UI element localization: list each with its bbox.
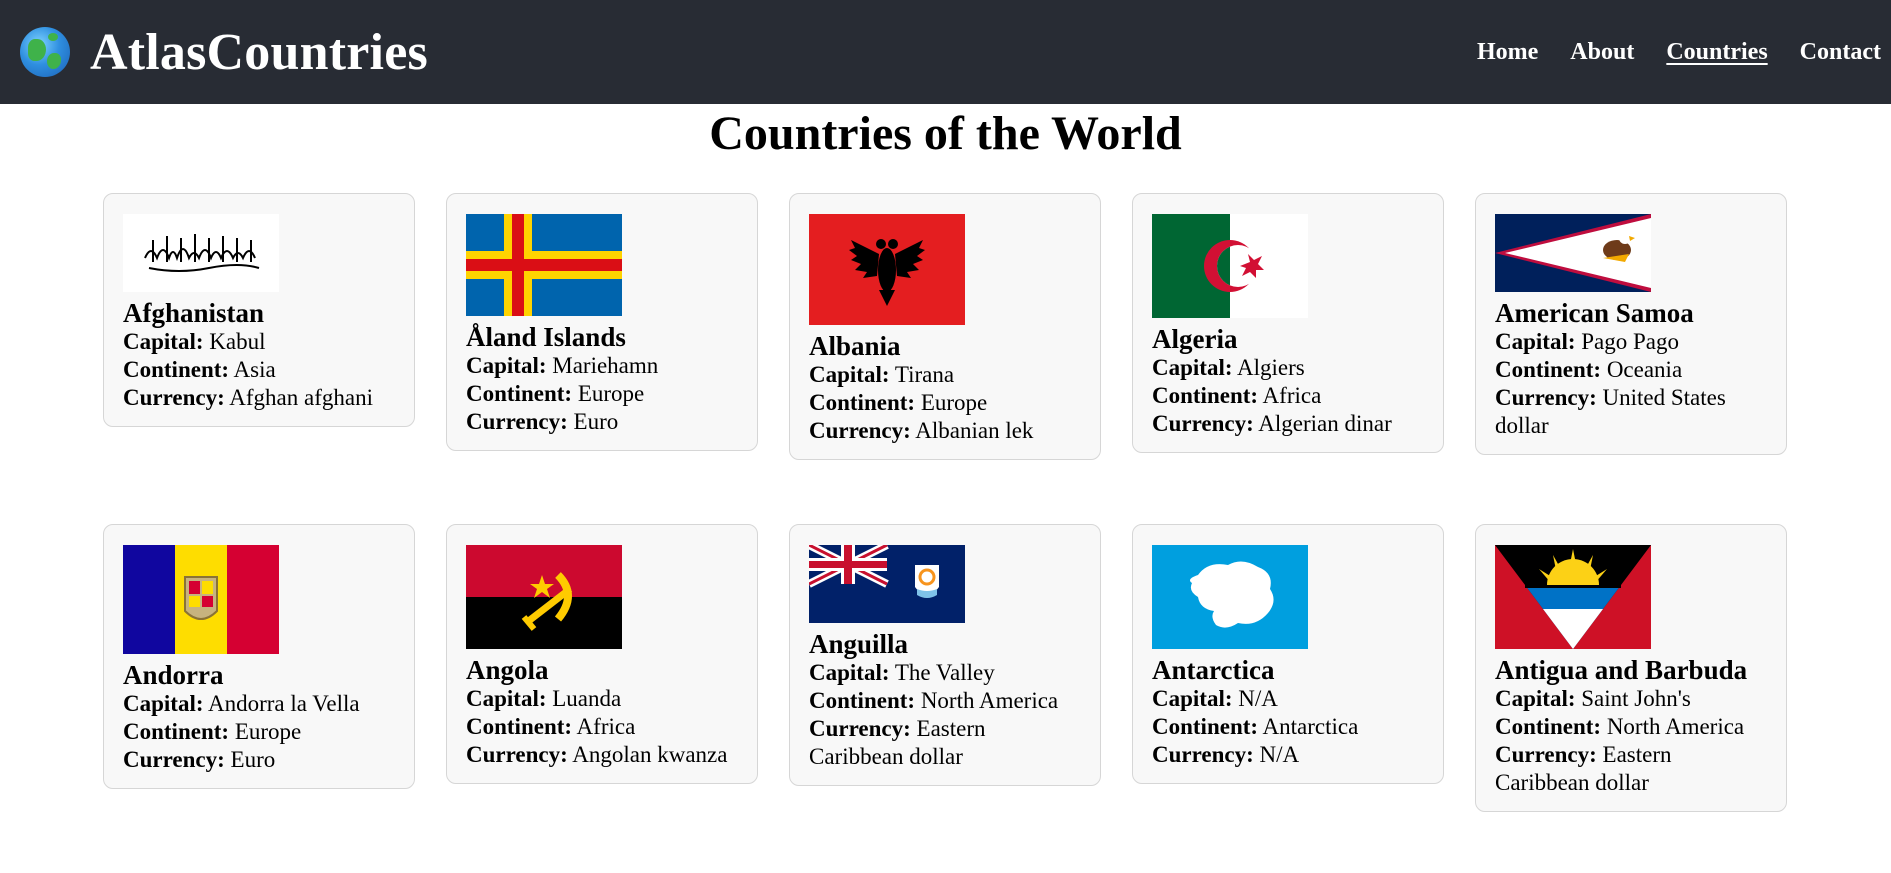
currency-label: Currency:: [466, 742, 568, 767]
antigua-and-barbuda-flag: [1495, 545, 1651, 649]
country-card[interactable]: Albania Capital: Tirana Continent: Europ…: [789, 193, 1101, 460]
country-name: Anguilla: [809, 629, 909, 659]
antarctica-flag: [1152, 545, 1308, 649]
currency-label: Currency:: [123, 385, 225, 410]
continent-value: Antarctica: [1262, 714, 1359, 739]
continent-label: Continent:: [123, 357, 230, 382]
nav-link-contact[interactable]: Contact: [1800, 39, 1881, 66]
continent-value: Africa: [576, 714, 636, 739]
country-card[interactable]: Angola Capital: Luanda Continent: Africa…: [446, 524, 758, 784]
currency-value: Afghan afghani: [229, 385, 373, 410]
capital-value: The Valley: [894, 660, 995, 685]
continent-label: Continent:: [466, 381, 573, 406]
nav-link-about[interactable]: About: [1570, 39, 1634, 66]
currency-label: Currency:: [466, 409, 568, 434]
capital-label: Capital:: [123, 329, 204, 354]
capital-value: Andorra la Vella: [207, 691, 360, 716]
country-name: Angola: [466, 655, 549, 685]
country-card[interactable]: Åland Islands Capital: Mariehamn Contine…: [446, 193, 758, 451]
currency-value: N/A: [1259, 742, 1300, 767]
country-name: Åland Islands: [466, 322, 626, 352]
country-card[interactable]: Antigua and Barbuda Capital: Saint John'…: [1475, 524, 1787, 812]
capital-label: Capital:: [1495, 686, 1576, 711]
nav-links: Home About Countries Contact: [1445, 0, 1881, 104]
currency-label: Currency:: [1152, 742, 1254, 767]
continent-label: Continent:: [466, 714, 573, 739]
capital-value: Tirana: [894, 362, 955, 387]
continent-label: Continent:: [1152, 383, 1259, 408]
capital-value: Kabul: [209, 329, 266, 354]
capital-label: Capital:: [1152, 355, 1233, 380]
country-name: Andorra: [123, 660, 224, 690]
brand-name: AtlasCountries: [90, 23, 428, 81]
anguilla-flag: [809, 545, 965, 623]
afghanistan-flag: [123, 214, 279, 292]
continent-label: Continent:: [809, 688, 916, 713]
continent-value: North America: [1606, 714, 1745, 739]
capital-label: Capital:: [466, 353, 547, 378]
capital-label: Capital:: [1495, 329, 1576, 354]
continent-value: Africa: [1262, 383, 1322, 408]
country-card[interactable]: Algeria Capital: Algiers Continent: Afri…: [1132, 193, 1444, 453]
continent-value: Asia: [233, 357, 276, 382]
capital-value: N/A: [1238, 686, 1278, 711]
capital-value: Pago Pago: [1581, 329, 1679, 354]
top-navbar: AtlasCountries Home About Countries Cont…: [0, 0, 1891, 104]
capital-value: Mariehamn: [552, 353, 659, 378]
nav-link-countries[interactable]: Countries: [1666, 39, 1767, 66]
brand[interactable]: AtlasCountries: [20, 23, 428, 82]
country-name: Antarctica: [1152, 655, 1275, 685]
continent-label: Continent:: [1152, 714, 1259, 739]
country-name: American Samoa: [1495, 298, 1694, 328]
albania-flag: [809, 214, 965, 325]
capital-value: Algiers: [1236, 355, 1305, 380]
country-card[interactable]: Antarctica Capital: N/A Continent: Antar…: [1132, 524, 1444, 784]
continent-value: North America: [920, 688, 1059, 713]
currency-label: Currency:: [809, 418, 911, 443]
continent-label: Continent:: [123, 719, 230, 744]
nav-link-home[interactable]: Home: [1477, 39, 1538, 66]
country-name: Albania: [809, 331, 901, 361]
capital-label: Capital:: [123, 691, 204, 716]
continent-label: Continent:: [1495, 357, 1602, 382]
capital-value: Luanda: [552, 686, 622, 711]
capital-label: Capital:: [809, 362, 890, 387]
angola-flag: [466, 545, 622, 649]
continent-value: Europe: [920, 390, 988, 415]
currency-value: Algerian dinar: [1258, 411, 1392, 436]
currency-label: Currency:: [1495, 385, 1597, 410]
continent-value: Europe: [234, 719, 302, 744]
aland-flag: [466, 214, 622, 316]
currency-value: Euro: [573, 409, 619, 434]
continent-value: Oceania: [1606, 357, 1683, 382]
currency-label: Currency:: [809, 716, 911, 741]
capital-label: Capital:: [466, 686, 547, 711]
currency-value: Albanian lek: [915, 418, 1034, 443]
algeria-flag: [1152, 214, 1308, 318]
capital-label: Capital:: [809, 660, 890, 685]
currency-value: Angolan kwanza: [572, 742, 728, 767]
andorra-flag: [123, 545, 279, 654]
globe-icon: [20, 27, 70, 77]
currency-value: Euro: [230, 747, 276, 772]
capital-label: Capital:: [1152, 686, 1233, 711]
page-title: Countries of the World: [709, 107, 1182, 160]
currency-label: Currency:: [1495, 742, 1597, 767]
country-grid: Afghanistan Capital: Kabul Continent: As…: [103, 193, 1790, 812]
country-name: Antigua and Barbuda: [1495, 655, 1748, 685]
continent-label: Continent:: [1495, 714, 1602, 739]
country-name: Algeria: [1152, 324, 1238, 354]
country-card[interactable]: American Samoa Capital: Pago Pago Contin…: [1475, 193, 1787, 455]
currency-label: Currency:: [1152, 411, 1254, 436]
country-card[interactable]: Anguilla Capital: The Valley Continent: …: [789, 524, 1101, 786]
continent-value: Europe: [577, 381, 645, 406]
continent-label: Continent:: [809, 390, 916, 415]
country-name: Afghanistan: [123, 298, 265, 328]
american-samoa-flag: [1495, 214, 1651, 292]
capital-value: Saint John's: [1581, 686, 1691, 711]
country-card[interactable]: Afghanistan Capital: Kabul Continent: As…: [103, 193, 415, 427]
currency-label: Currency:: [123, 747, 225, 772]
country-card[interactable]: Andorra Capital: Andorra la Vella Contin…: [103, 524, 415, 789]
